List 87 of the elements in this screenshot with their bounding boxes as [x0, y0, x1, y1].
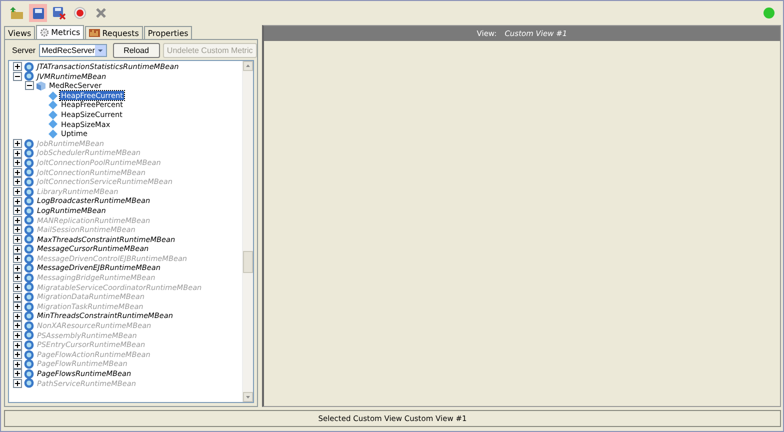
expand-icon[interactable]: [13, 206, 22, 216]
sphere-icon: [24, 378, 34, 388]
collapse-icon[interactable]: [25, 81, 34, 90]
toolbar-button[interactable]: [50, 4, 68, 22]
expand-icon[interactable]: [13, 273, 22, 282]
sphere-icon: [24, 138, 34, 149]
diamond-icon: [48, 128, 58, 139]
sphere-icon: [24, 272, 34, 283]
sphere-icon: [24, 62, 34, 72]
tab[interactable]: Properties: [144, 26, 192, 39]
tab[interactable]: Metrics: [36, 25, 84, 39]
scroll-up-icon[interactable]: [243, 61, 253, 71]
cube-icon: [36, 80, 46, 91]
expand-icon[interactable]: [13, 177, 22, 186]
sphere-icon: [24, 186, 34, 197]
expand-icon[interactable]: [13, 302, 22, 312]
expand-icon[interactable]: [13, 148, 22, 158]
folder-arrow-icon: [10, 6, 24, 20]
toolbar-button[interactable]: [29, 4, 47, 22]
sphere-icon: [24, 224, 34, 235]
sphere-icon: [24, 330, 34, 340]
dropdown-caret-icon[interactable]: [94, 45, 106, 56]
expand-icon[interactable]: [13, 378, 22, 388]
expand-icon[interactable]: [13, 254, 22, 264]
sphere-icon: [24, 350, 34, 360]
bar-chart-icon: [89, 29, 100, 37]
sphere-icon: [24, 292, 34, 302]
sphere-icon: [24, 340, 34, 350]
sphere-icon: [24, 244, 34, 254]
sphere-icon: [24, 158, 34, 168]
expand-icon[interactable]: [13, 196, 22, 206]
close-icon: [95, 7, 107, 19]
sphere-icon: [24, 282, 34, 292]
reload-button[interactable]: Reload: [112, 43, 160, 58]
expand-icon[interactable]: [13, 62, 22, 72]
expand-icon[interactable]: [13, 369, 22, 378]
sphere-icon: [24, 196, 34, 206]
server-select[interactable]: MedRecServer: [38, 44, 107, 57]
expand-icon[interactable]: [13, 158, 22, 168]
gear-icon: [40, 28, 50, 37]
sphere-icon: [24, 368, 34, 379]
toolbar-button[interactable]: [8, 4, 26, 22]
expand-icon[interactable]: [13, 350, 22, 360]
sphere-icon: [24, 302, 34, 312]
sphere-icon: [24, 254, 34, 264]
sphere-icon: [24, 359, 34, 370]
tab[interactable]: Requests: [85, 26, 143, 39]
sphere-icon: [24, 215, 34, 226]
expand-icon[interactable]: [13, 330, 22, 340]
scrollbar-thumb[interactable]: [243, 251, 253, 273]
expand-icon[interactable]: [13, 321, 22, 330]
sphere-icon: [24, 71, 34, 82]
diamond-icon: [48, 90, 58, 101]
expand-icon[interactable]: [13, 216, 22, 225]
expand-icon[interactable]: [13, 187, 22, 196]
server-label: Server: [12, 46, 36, 55]
collapse-icon[interactable]: [13, 72, 22, 81]
expand-icon[interactable]: [13, 264, 22, 273]
status-light-icon: [763, 7, 775, 19]
sphere-icon: [24, 206, 34, 216]
expand-icon[interactable]: [13, 360, 22, 369]
tab[interactable]: Views: [4, 26, 36, 39]
scrollbar[interactable]: [242, 61, 253, 402]
expand-icon[interactable]: [13, 292, 22, 302]
expand-icon[interactable]: [13, 225, 22, 234]
expand-icon[interactable]: [13, 168, 22, 177]
scroll-down-icon[interactable]: [243, 392, 253, 402]
expand-icon[interactable]: [13, 282, 22, 292]
expand-icon[interactable]: [13, 340, 22, 350]
disk-cross-icon: [52, 6, 66, 20]
sphere-icon: [24, 148, 34, 158]
sphere-icon: [24, 176, 34, 187]
diamond-icon: [48, 110, 58, 120]
diamond-icon: [48, 100, 58, 110]
sphere-icon: [24, 320, 34, 331]
toolbar-button[interactable]: [71, 4, 89, 22]
save-icon: [32, 6, 44, 20]
diamond-icon: [48, 119, 58, 130]
sphere-icon: [24, 234, 34, 244]
expand-icon[interactable]: [13, 139, 22, 148]
record-icon: [74, 7, 86, 19]
expand-icon[interactable]: [13, 312, 22, 321]
sphere-icon: [24, 263, 34, 274]
expand-icon[interactable]: [13, 244, 22, 254]
sphere-icon: [24, 311, 34, 322]
expand-icon[interactable]: [13, 234, 22, 244]
sphere-icon: [24, 167, 34, 178]
